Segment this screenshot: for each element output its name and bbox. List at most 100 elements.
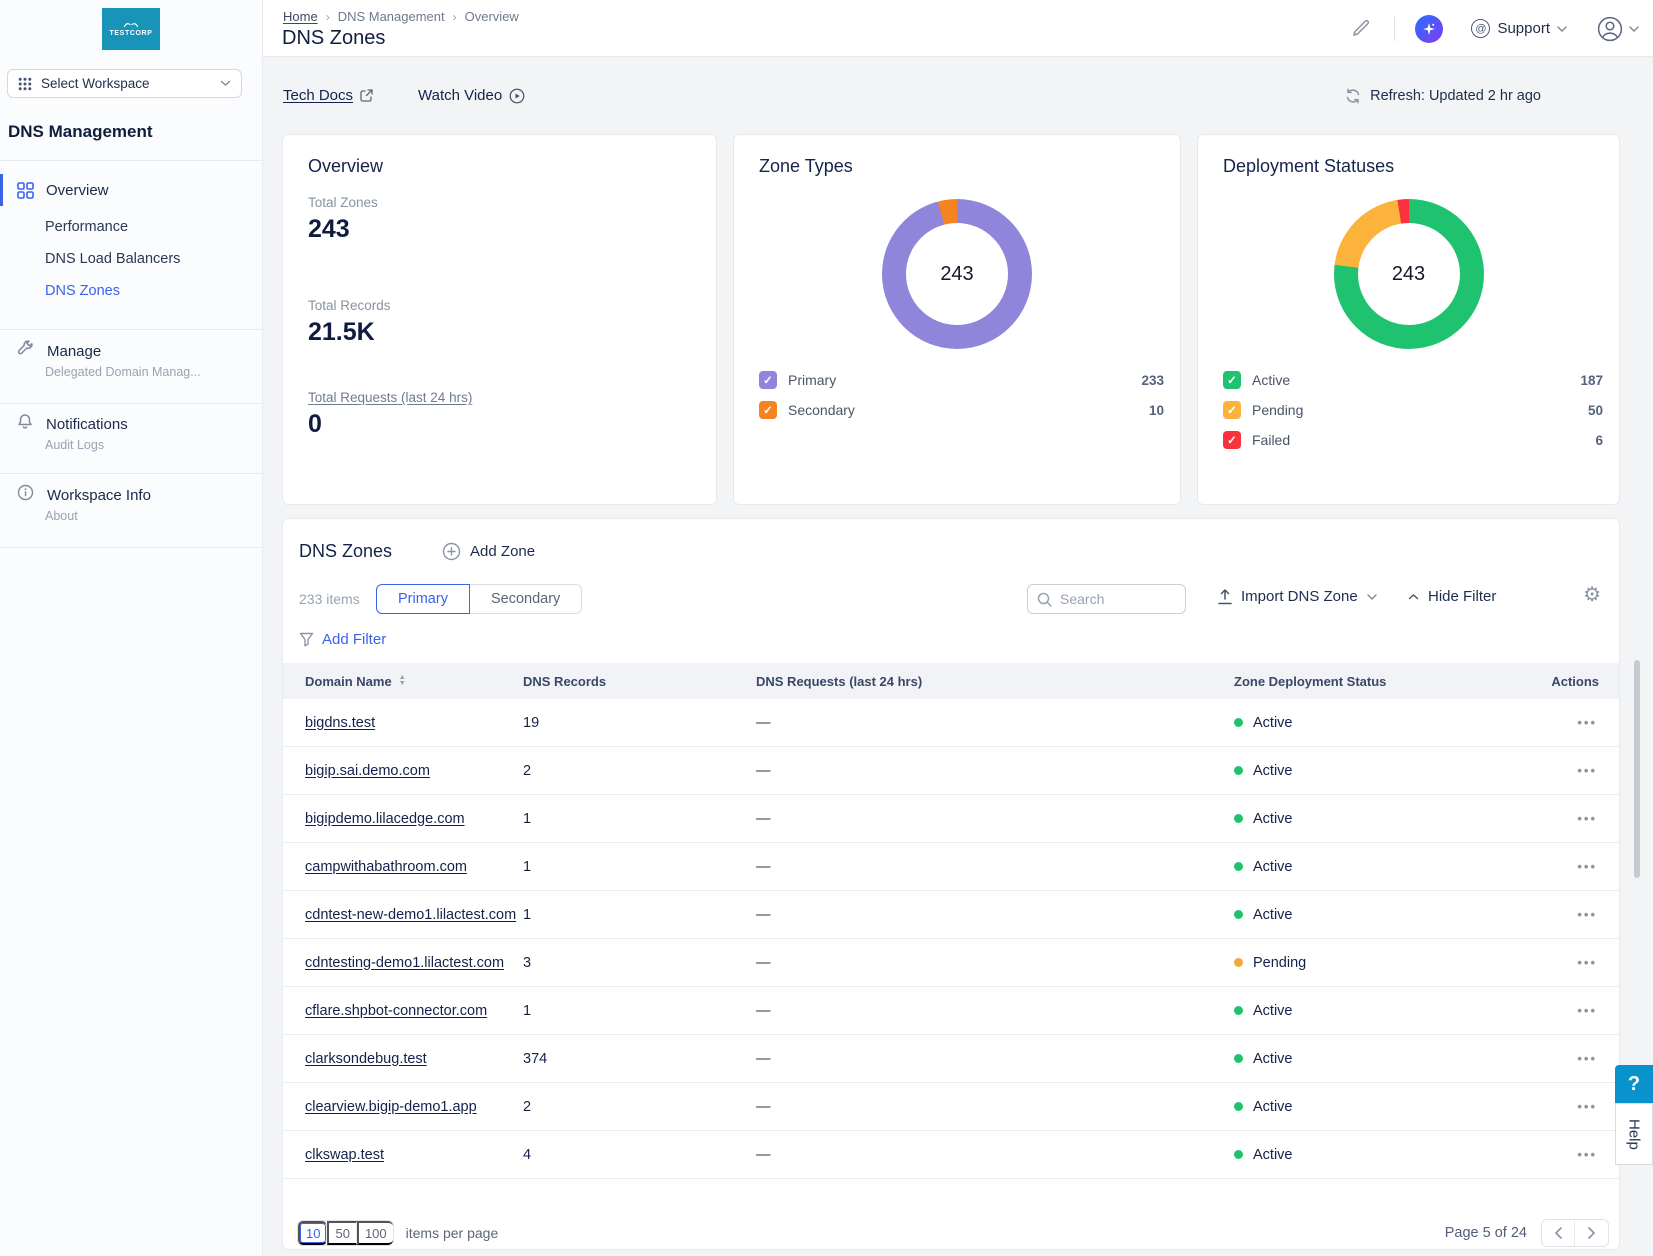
support-menu[interactable]: @ Support <box>1471 19 1567 38</box>
page-size-50[interactable]: 50 <box>327 1221 356 1245</box>
breadcrumb-item[interactable]: Home <box>283 9 318 24</box>
search-input[interactable] <box>1060 591 1170 607</box>
add-filter-label: Add Filter <box>322 631 386 648</box>
row-actions-menu[interactable]: ••• <box>1524 1099 1619 1114</box>
sidebar-item-dns-load-balancers[interactable]: DNS Load Balancers <box>45 251 180 267</box>
tech-docs-link[interactable]: Tech Docs <box>283 87 373 104</box>
row-actions-menu[interactable]: ••• <box>1524 907 1619 922</box>
sidebar-item-notifications[interactable]: NotificationsAudit Logs <box>0 413 263 452</box>
table-settings-gear-icon[interactable]: ⚙ <box>1583 585 1601 605</box>
add-zone-button[interactable]: Add Zone <box>442 542 535 561</box>
domain-link[interactable]: cflare.shpbot-connector.com <box>305 1003 487 1019</box>
legend-checkbox[interactable]: ✓ <box>759 401 777 419</box>
page-size-100[interactable]: 100 <box>357 1221 393 1245</box>
row-actions-menu[interactable]: ••• <box>1524 811 1619 826</box>
ai-assistant-icon[interactable] <box>1415 15 1443 43</box>
table-footer: 1050100 items per page Page 5 of 24 <box>297 1219 1609 1247</box>
legend-checkbox[interactable]: ✓ <box>759 371 777 389</box>
sidebar-item-manage[interactable]: ManageDelegated Domain Manag... <box>0 340 263 379</box>
dns-records-cell: 1 <box>523 907 756 923</box>
import-dns-zone-button[interactable]: Import DNS Zone <box>1218 588 1377 605</box>
sort-icon[interactable]: ▲▼ <box>399 675 406 687</box>
column-header-label: Zone Deployment Status <box>1234 674 1386 689</box>
dns-requests-cell: — <box>756 1147 1234 1163</box>
legend-checkbox[interactable]: ✓ <box>1223 371 1241 389</box>
status-dot <box>1234 1102 1243 1111</box>
sidebar-item-overview[interactable]: Overview <box>0 174 263 206</box>
chevron-right-icon: › <box>326 10 330 24</box>
row-actions-menu[interactable]: ••• <box>1524 1051 1619 1066</box>
column-header-zone-deployment-status: Zone Deployment Status <box>1234 674 1524 689</box>
divider <box>0 547 263 548</box>
plus-circle-icon <box>442 542 461 561</box>
status-label: Pending <box>1253 955 1306 971</box>
status-cell: Active <box>1234 715 1524 731</box>
help-tab[interactable]: Help <box>1615 1103 1653 1165</box>
domain-link[interactable]: bigdns.test <box>305 715 375 731</box>
refresh-button[interactable]: Refresh: Updated 2 hr ago <box>1345 88 1541 104</box>
per-page-label: items per page <box>406 1225 499 1241</box>
tab-secondary[interactable]: Secondary <box>469 584 582 614</box>
help-question-button[interactable]: ? <box>1615 1065 1653 1103</box>
legend-checkbox[interactable]: ✓ <box>1223 431 1241 449</box>
zone-types-legend-item: ✓Secondary10 <box>734 395 1180 425</box>
next-page-button[interactable] <box>1575 1220 1608 1246</box>
breadcrumb-item[interactable]: DNS Management <box>338 9 445 24</box>
hide-filter-button[interactable]: Hide Filter <box>1408 588 1496 605</box>
main-header: Home›DNS Management›Overview DNS Zones @… <box>263 0 1653 57</box>
domain-link[interactable]: clarksondebug.test <box>305 1051 427 1067</box>
status-label: Active <box>1253 1099 1293 1115</box>
breadcrumb: Home›DNS Management›Overview <box>283 9 519 24</box>
page-size-10[interactable]: 10 <box>298 1221 327 1245</box>
support-label: Support <box>1497 20 1550 37</box>
row-actions-menu[interactable]: ••• <box>1524 1147 1619 1162</box>
row-actions-menu[interactable]: ••• <box>1524 859 1619 874</box>
breadcrumb-item: Overview <box>465 9 519 24</box>
user-menu[interactable] <box>1597 16 1639 42</box>
add-filter-button[interactable]: Add Filter <box>299 631 386 648</box>
row-actions-menu[interactable]: ••• <box>1524 715 1619 730</box>
dns-records-cell: 374 <box>523 1051 756 1067</box>
prev-page-button[interactable] <box>1542 1220 1575 1246</box>
dns-requests-cell: — <box>756 763 1234 779</box>
paintbrush-icon[interactable] <box>1351 19 1370 38</box>
metric-value: 21.5K <box>308 318 391 347</box>
domain-link[interactable]: bigip.sai.demo.com <box>305 763 430 779</box>
legend-label: Pending <box>1252 402 1303 418</box>
sidebar-item-performance[interactable]: Performance <box>45 219 128 235</box>
domain-link[interactable]: cdntesting-demo1.lilactest.com <box>305 955 504 971</box>
metric-label[interactable]: Total Requests (last 24 hrs) <box>308 390 472 405</box>
overview-card: Overview Total Zones243Total Records21.5… <box>282 134 717 505</box>
domain-link[interactable]: cdntest-new-demo1.lilactest.com <box>305 907 516 923</box>
overview-card-title: Overview <box>308 156 383 177</box>
legend-checkbox[interactable]: ✓ <box>1223 401 1241 419</box>
row-actions-menu[interactable]: ••• <box>1524 763 1619 778</box>
brand-logo[interactable]: TESTCORP <box>102 8 160 50</box>
dns-requests-cell: — <box>756 955 1234 971</box>
brand-logo-text: TESTCORP <box>110 30 153 37</box>
dns-requests-cell: — <box>756 907 1234 923</box>
watch-video-link[interactable]: Watch Video <box>418 87 525 104</box>
dns-zones-section: DNS Zones Add Zone 233 items PrimarySeco… <box>282 518 1620 1250</box>
deployment-card-title: Deployment Statuses <box>1223 156 1394 177</box>
tab-primary[interactable]: Primary <box>376 584 470 614</box>
status-cell: Active <box>1234 1003 1524 1019</box>
sidebar-item-dns-zones[interactable]: DNS Zones <box>45 283 120 299</box>
domain-link[interactable]: campwithabathroom.com <box>305 859 467 875</box>
domain-link[interactable]: bigipdemo.lilacedge.com <box>305 811 465 827</box>
table-row: clarksondebug.test374—Active••• <box>283 1035 1619 1083</box>
row-actions-menu[interactable]: ••• <box>1524 1003 1619 1018</box>
row-actions-menu[interactable]: ••• <box>1524 955 1619 970</box>
domain-link[interactable]: clearview.bigip-demo1.app <box>305 1099 477 1115</box>
sparkle-icon <box>1422 22 1436 36</box>
status-cell: Active <box>1234 1051 1524 1067</box>
domain-link[interactable]: clkswap.test <box>305 1147 384 1163</box>
divider <box>0 403 263 404</box>
column-header-label: Actions <box>1551 674 1599 689</box>
workspace-selector[interactable]: Select Workspace <box>7 69 242 98</box>
sidebar-item-workspace-info[interactable]: Workspace InfoAbout <box>0 484 263 523</box>
scrollbar-thumb[interactable] <box>1634 660 1640 878</box>
sidebar-item-overview-label: Overview <box>46 182 109 199</box>
status-label: Active <box>1253 811 1293 827</box>
zone-types-card-title: Zone Types <box>759 156 853 177</box>
